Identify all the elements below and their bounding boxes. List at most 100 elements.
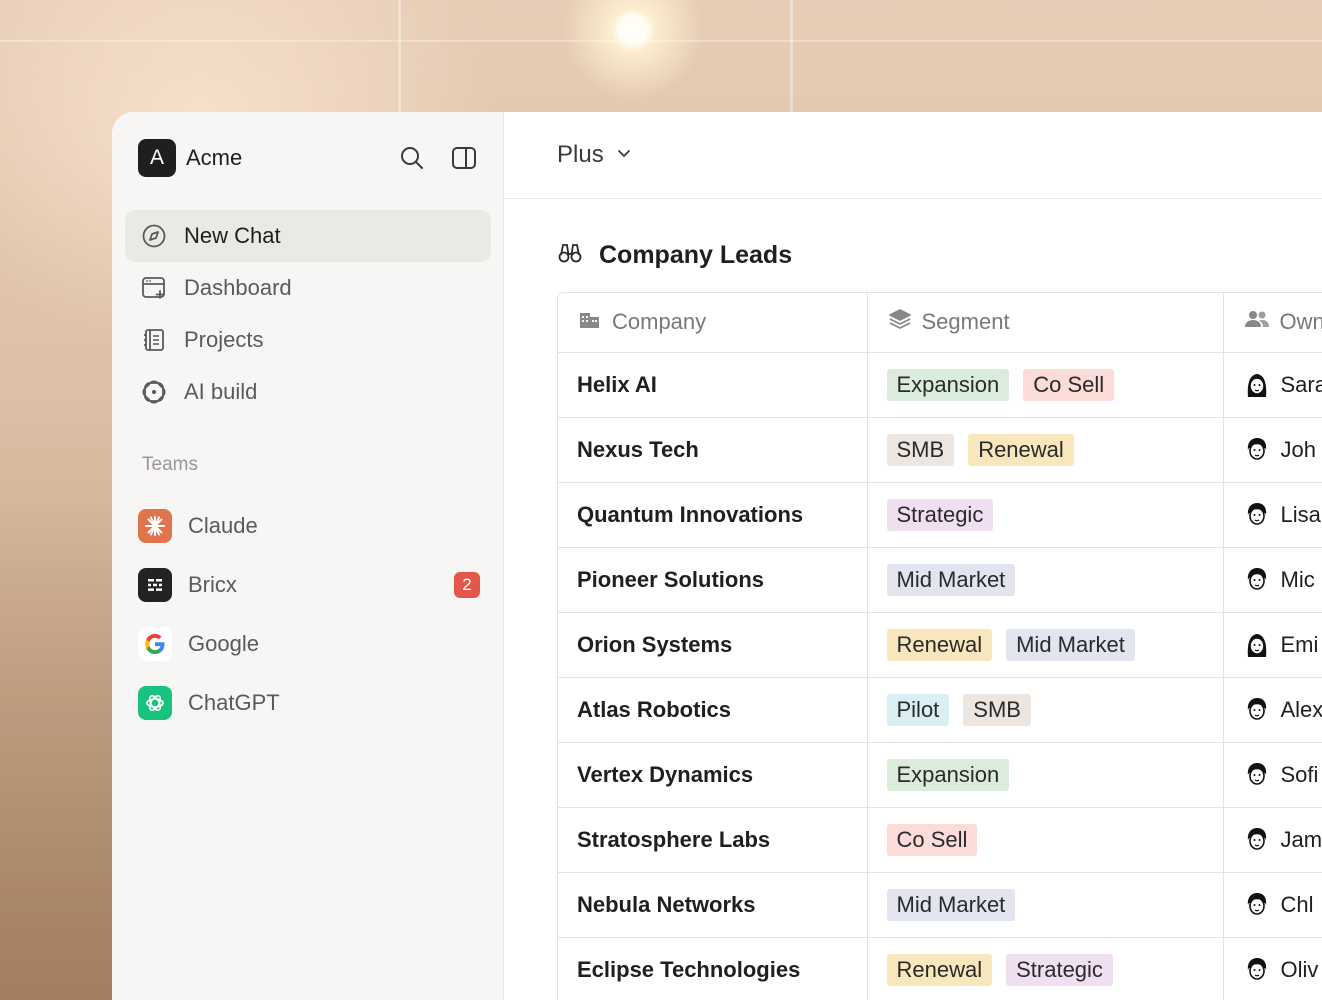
owner-cell[interactable]: Sara — [1223, 352, 1322, 418]
owner: Joh — [1243, 436, 1322, 464]
segment-cell: Renewal Mid Market — [867, 612, 1224, 678]
company-cell[interactable]: Nebula Networks — [558, 872, 868, 938]
segment-cell: Expansion — [867, 742, 1224, 808]
browser-window-icon — [141, 275, 167, 301]
segment-cell: Co Sell — [867, 807, 1224, 873]
team-item-chatgpt[interactable]: ChatGPT — [138, 673, 480, 732]
plan-label: Plus — [557, 141, 604, 168]
segment-tag[interactable]: Expansion — [886, 368, 1010, 401]
owner-name: Mic — [1280, 566, 1315, 592]
search-icon[interactable] — [399, 145, 425, 171]
avatar-icon — [1243, 566, 1271, 594]
owner-name: Jam — [1280, 826, 1322, 852]
plan-dropdown[interactable]: Plus — [557, 141, 632, 169]
segment-tag[interactable]: Mid Market — [886, 888, 1016, 921]
column-header-owner[interactable]: Own — [1223, 293, 1322, 353]
table-row[interactable]: Atlas Robotics Pilot SMB Alex — [558, 677, 1322, 743]
owner-name: Sara — [1280, 371, 1322, 397]
nav-item-new-chat[interactable]: New Chat — [125, 210, 491, 262]
table-row[interactable]: Pioneer Solutions Mid Market Mic — [558, 547, 1322, 613]
segment-tag[interactable]: Strategic — [1006, 953, 1113, 986]
segment-tag[interactable]: Expansion — [886, 758, 1010, 791]
owner: Sara — [1243, 371, 1322, 399]
segment-tag[interactable]: SMB — [963, 693, 1031, 726]
chevron-down-icon — [616, 145, 632, 166]
table-row[interactable]: Nexus Tech SMB Renewal Joh — [558, 417, 1322, 483]
table-row[interactable]: Helix AI Expansion Co Sell Sara — [558, 352, 1322, 418]
background-ceiling — [0, 0, 1322, 130]
owner-cell[interactable]: Lisa — [1223, 482, 1322, 548]
owner: Emi — [1243, 631, 1322, 659]
company-cell[interactable]: Orion Systems — [558, 612, 868, 678]
nav-item-projects[interactable]: Projects — [125, 314, 491, 366]
teams-list: Claude Bricx 2 Google ChatGPT — [138, 496, 480, 732]
team-item-google[interactable]: Google — [138, 614, 480, 673]
compass-icon — [141, 223, 167, 249]
team-item-claude[interactable]: Claude — [138, 496, 480, 555]
owner: Sofi — [1243, 761, 1322, 789]
segment-tag[interactable]: Co Sell — [886, 823, 978, 856]
segment-tag[interactable]: Renewal — [886, 953, 993, 986]
owner-cell[interactable]: Jam — [1223, 807, 1322, 873]
sidebar-toggle-icon[interactable] — [451, 145, 477, 171]
table-row[interactable]: Eclipse Technologies Renewal Strategic Oliv — [558, 937, 1322, 1000]
owner-cell[interactable]: Mic — [1223, 547, 1322, 613]
unread-count-badge: 2 — [454, 571, 480, 598]
table-row[interactable]: Orion Systems Renewal Mid Market Emi — [558, 612, 1322, 678]
column-header-label: Own — [1279, 309, 1322, 335]
segment-tag[interactable]: Strategic — [886, 498, 994, 531]
company-cell[interactable]: Pioneer Solutions — [558, 547, 868, 613]
company-cell[interactable]: Vertex Dynamics — [558, 742, 868, 808]
table-row[interactable]: Vertex Dynamics Expansion Sofi — [558, 742, 1322, 808]
topbar: Plus — [504, 112, 1322, 199]
owner-cell[interactable]: Chl — [1223, 872, 1322, 938]
column-header-label: Company — [612, 309, 707, 335]
segment-tag[interactable]: Pilot — [886, 693, 950, 726]
sidebar-nav: New Chat Dashboard Projects AI build — [125, 210, 491, 418]
segment-tag[interactable]: Mid Market — [1006, 628, 1135, 661]
layers-icon — [888, 308, 912, 336]
owner-cell[interactable]: Joh — [1223, 417, 1322, 483]
table-row[interactable]: Stratosphere Labs Co Sell Jam — [558, 807, 1322, 873]
sidebar: A Acme New Chat Dashboard Projects AI bu… — [112, 112, 504, 1000]
owner-cell[interactable]: Sofi — [1223, 742, 1322, 808]
table-row[interactable]: Quantum Innovations Strategic Lisa — [558, 482, 1322, 548]
workspace-logo[interactable]: A — [138, 139, 176, 177]
bricx-logo-icon — [138, 567, 172, 602]
owner-name: Chl — [1280, 891, 1314, 917]
company-cell[interactable]: Eclipse Technologies — [558, 937, 868, 1000]
avatar-icon — [1243, 501, 1271, 529]
segment-tag[interactable]: SMB — [886, 433, 955, 466]
owner-cell[interactable]: Alex — [1223, 677, 1322, 743]
segment-tag[interactable]: Renewal — [968, 433, 1074, 466]
avatar-icon — [1243, 696, 1271, 724]
owner: Oliv — [1243, 956, 1322, 984]
team-name: Claude — [188, 512, 258, 538]
company-cell[interactable]: Quantum Innovations — [558, 482, 868, 548]
team-item-bricx[interactable]: Bricx 2 — [138, 555, 480, 614]
segment-tag[interactable]: Renewal — [886, 628, 993, 661]
nav-item-dashboard[interactable]: Dashboard — [125, 262, 491, 314]
column-header-segment[interactable]: Segment — [867, 293, 1224, 353]
main-panel: Plus Company Leads Company Segment Own H… — [504, 112, 1322, 1000]
owner: Jam — [1243, 826, 1322, 854]
company-cell[interactable]: Atlas Robotics — [558, 677, 868, 743]
company-cell[interactable]: Nexus Tech — [558, 417, 868, 483]
avatar-icon — [1243, 826, 1271, 854]
table-row[interactable]: Nebula Networks Mid Market Chl — [558, 872, 1322, 938]
company-cell[interactable]: Helix AI — [558, 352, 868, 418]
owner-cell[interactable]: Emi — [1223, 612, 1322, 678]
owner-cell[interactable]: Oliv — [1223, 937, 1322, 1000]
nav-item-ai-build[interactable]: AI build — [125, 366, 491, 418]
avatar-icon — [1243, 891, 1271, 919]
workspace-name[interactable]: Acme — [186, 145, 242, 171]
nav-item-label: Projects — [184, 327, 264, 352]
segment-tag[interactable]: Co Sell — [1023, 368, 1115, 401]
company-cell[interactable]: Stratosphere Labs — [558, 807, 868, 873]
google-logo-icon — [138, 626, 172, 661]
owner: Mic — [1243, 566, 1322, 594]
app-window: A Acme New Chat Dashboard Projects AI bu… — [112, 112, 1322, 1000]
sidebar-actions — [399, 145, 477, 171]
column-header-company[interactable]: Company — [558, 293, 868, 353]
segment-tag[interactable]: Mid Market — [886, 563, 1016, 596]
